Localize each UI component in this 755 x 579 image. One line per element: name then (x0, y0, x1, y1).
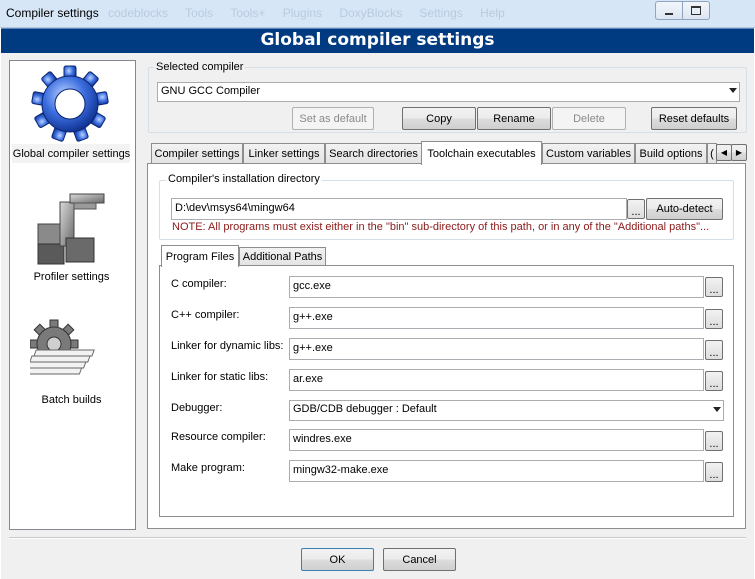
tab-build-options[interactable]: Build options (635, 143, 707, 164)
browse-install-dir-button[interactable]: ... (627, 199, 645, 219)
ghost-menu-item: Settings (419, 6, 463, 20)
arrow-right-icon: ▶ (735, 148, 743, 157)
sidebar-item-label: Batch builds (41, 394, 102, 406)
linker-static-value: ar.exe (293, 373, 323, 385)
background-menu-ghost: codeblocks Tools Tools+ Plugins DoxyBloc… (108, 6, 519, 20)
auto-detect-button[interactable]: Auto-detect (646, 198, 723, 220)
cpp-compiler-browse-button[interactable]: ... (705, 309, 723, 329)
sidebar-item-label: Global compiler settings (12, 148, 131, 160)
page-title: Global compiler settings (260, 30, 495, 50)
window-title: Compiler settings (6, 6, 99, 20)
minimize-button[interactable] (655, 1, 683, 20)
ghost-menu-item: Help (480, 6, 505, 20)
tab-custom-variables[interactable]: Custom variables (542, 143, 635, 164)
make-program-input[interactable]: mingw32-make.exe (289, 460, 704, 482)
sidebar-item-profiler-settings[interactable] (30, 188, 110, 268)
set-default-button[interactable]: Set as default (292, 107, 374, 130)
tab-scroll-right-button[interactable]: ▶ (731, 144, 747, 161)
footer-divider (9, 537, 746, 539)
title-bar[interactable]: Compiler settings codeblocks Tools Tools… (0, 0, 755, 28)
resource-compiler-value: windres.exe (293, 433, 352, 445)
cpp-compiler-value: g++.exe (293, 311, 333, 323)
cancel-button[interactable]: Cancel (383, 548, 456, 571)
debugger-select[interactable]: GDB/CDB debugger : Default (289, 400, 724, 421)
ghost-menu-item: DoxyBlocks (339, 6, 403, 20)
ghost-menu-item: Tools (185, 6, 214, 20)
group-label: Compiler's installation directory (166, 173, 322, 185)
arrow-left-icon: ◀ (720, 148, 728, 157)
resource-compiler-input[interactable]: windres.exe (289, 429, 704, 451)
chevron-down-icon (729, 88, 737, 93)
group-label: Selected compiler (154, 61, 246, 73)
ghost-menu-item: Tools+ (230, 6, 266, 20)
cpp-compiler-label: C++ compiler: (171, 309, 240, 321)
linker-static-browse-button[interactable]: ... (705, 371, 723, 391)
sidebar-item-label: Profiler settings (33, 271, 110, 283)
ok-button[interactable]: OK (301, 548, 374, 571)
tab-program-files[interactable]: Program Files (161, 245, 239, 267)
linker-static-label: Linker for static libs: (171, 371, 269, 383)
compiler-select-value: GNU GCC Compiler (161, 85, 261, 97)
make-program-value: mingw32-make.exe (293, 464, 389, 476)
ghost-menu-item: codeblocks (108, 6, 169, 20)
tab-compiler-settings[interactable]: Compiler settings (151, 143, 243, 164)
delete-button[interactable]: Delete (552, 107, 626, 130)
debugger-label: Debugger: (171, 402, 223, 414)
sidebar-item-global-compiler-settings[interactable] (30, 64, 110, 144)
linker-dynamic-browse-button[interactable]: ... (705, 340, 723, 360)
chevron-down-icon (713, 407, 721, 412)
linker-static-input[interactable]: ar.exe (289, 369, 704, 391)
resource-compiler-browse-button[interactable]: ... (705, 431, 723, 451)
rename-button[interactable]: Rename (477, 107, 551, 130)
copy-button[interactable]: Copy (402, 107, 476, 130)
compiler-select[interactable]: GNU GCC Compiler (157, 82, 740, 102)
debugger-select-value: GDB/CDB debugger : Default (293, 403, 437, 415)
header-banner: Global compiler settings (1, 28, 754, 54)
tab-linker-settings[interactable]: Linker settings (243, 143, 325, 164)
resource-compiler-label: Resource compiler: (171, 431, 266, 443)
install-dir-note: NOTE: All programs must exist either in … (172, 221, 710, 233)
c-compiler-label: C compiler: (171, 278, 227, 290)
ghost-menu-item: Plugins (282, 6, 323, 20)
c-compiler-browse-button[interactable]: ... (705, 277, 723, 297)
linker-dynamic-input[interactable]: g++.exe (289, 338, 704, 360)
linker-dynamic-value: g++.exe (293, 342, 333, 354)
tab-toolchain-executables[interactable]: Toolchain executables (421, 141, 542, 165)
reset-defaults-button[interactable]: Reset defaults (651, 107, 737, 130)
gear-icon (31, 65, 109, 142)
profiler-icon (37, 193, 105, 265)
tab-scroll-left-button[interactable]: ◀ (716, 144, 732, 161)
c-compiler-input[interactable]: gcc.exe (289, 276, 704, 298)
tab-additional-paths[interactable]: Additional Paths (239, 247, 326, 266)
install-dir-input[interactable]: D:\dev\msys64\mingw64 (171, 198, 627, 220)
batch-builds-icon (20, 319, 95, 375)
make-program-label: Make program: (171, 462, 245, 474)
install-dir-value: D:\dev\msys64\mingw64 (175, 202, 295, 214)
maximize-icon (691, 6, 701, 15)
maximize-button[interactable] (682, 1, 710, 20)
make-program-browse-button[interactable]: ... (705, 462, 723, 482)
sidebar-item-batch-builds[interactable] (20, 312, 110, 392)
tab-search-directories[interactable]: Search directories (325, 143, 422, 164)
minimize-icon (665, 12, 673, 15)
c-compiler-value: gcc.exe (293, 280, 331, 292)
cpp-compiler-input[interactable]: g++.exe (289, 307, 704, 329)
linker-dynamic-label: Linker for dynamic libs: (171, 340, 284, 352)
